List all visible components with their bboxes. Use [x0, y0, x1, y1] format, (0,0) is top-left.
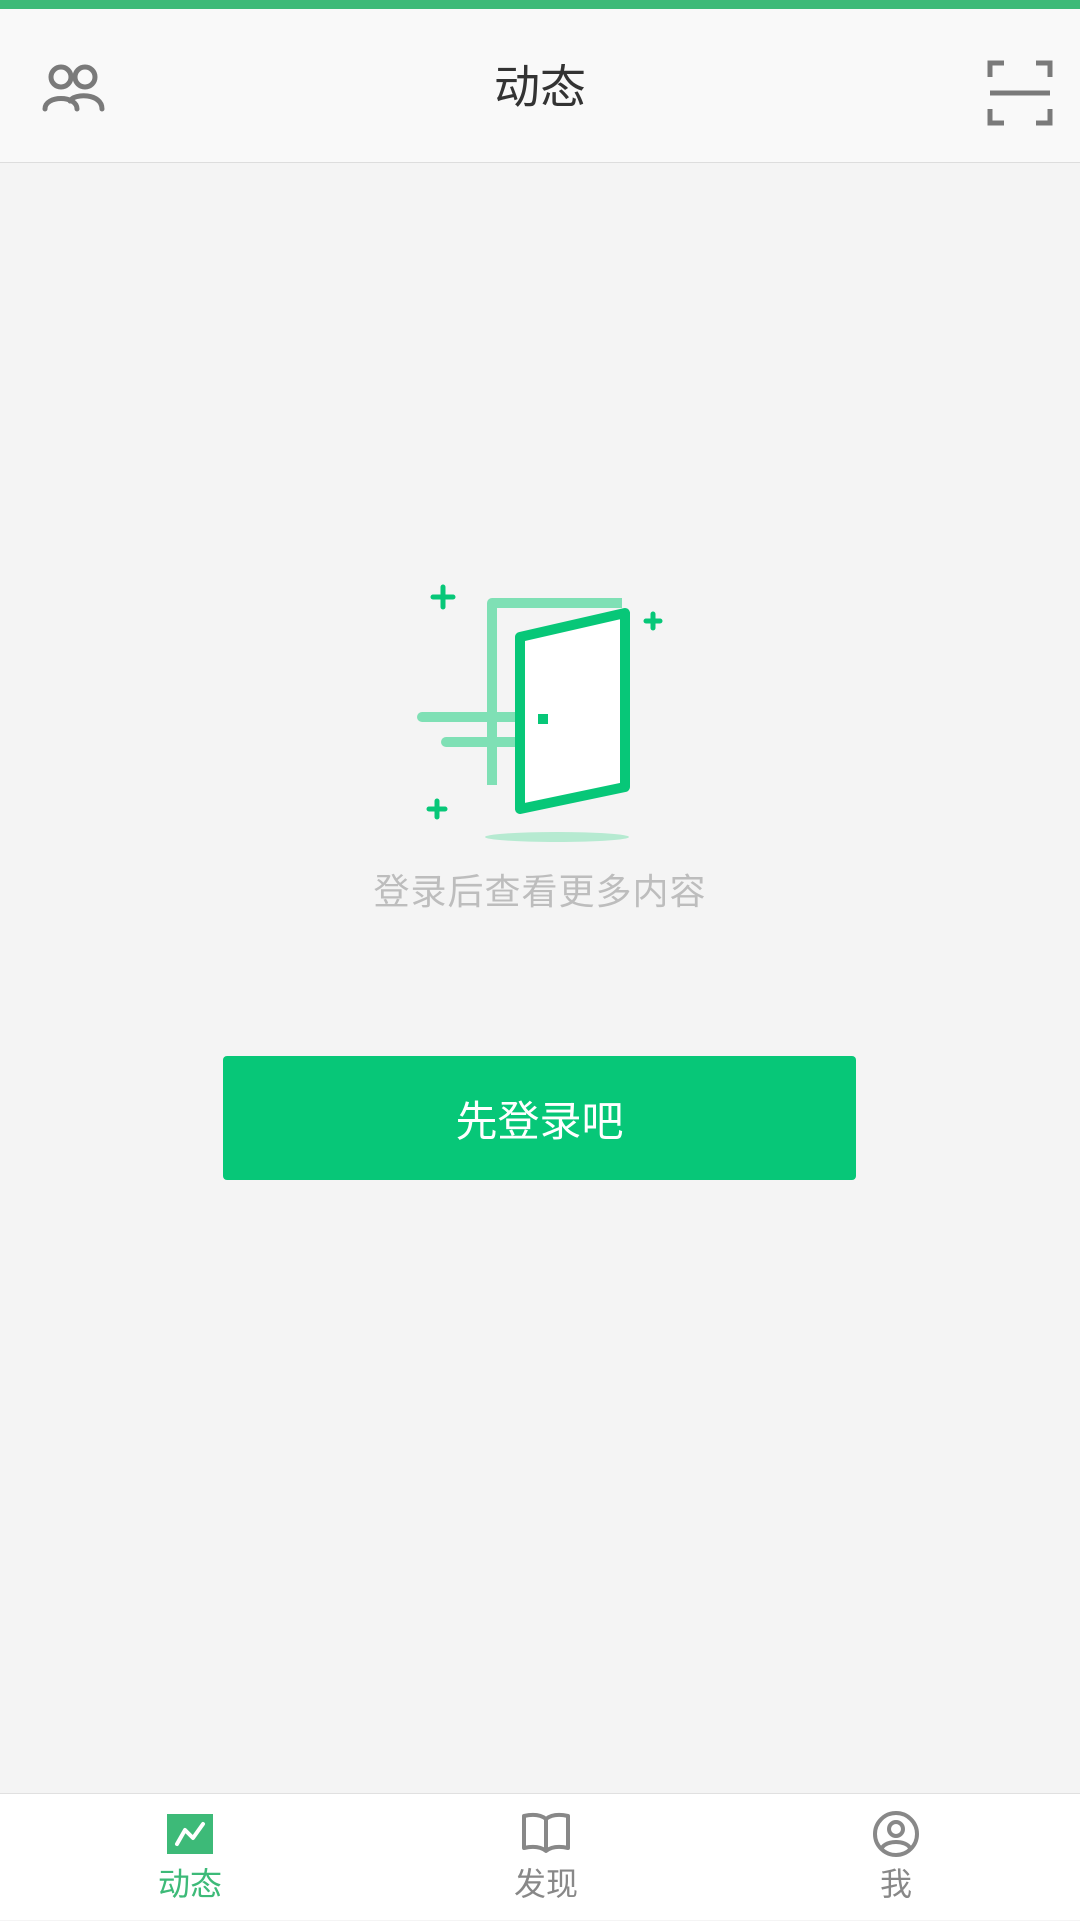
profile-icon [873, 1811, 919, 1857]
nav-label-feed: 动态 [157, 1865, 222, 1903]
page-title: 动态 [494, 60, 586, 114]
scan-button[interactable] [984, 57, 1056, 129]
top-bar: 动态 [0, 9, 1080, 163]
bottom-nav: 动态 发现 我 [0, 1793, 1080, 1920]
nav-label-discover: 发现 [513, 1865, 578, 1903]
book-icon [522, 1813, 570, 1853]
scan-icon [987, 60, 1053, 126]
nav-item-me[interactable]: 我 [766, 1794, 1026, 1921]
nav-item-discover[interactable]: 发现 [416, 1794, 676, 1921]
nav-item-feed[interactable]: 动态 [60, 1794, 320, 1921]
feed-icon [167, 1814, 213, 1854]
login-button[interactable]: 先登录吧 [223, 1056, 856, 1180]
nav-label-me: 我 [879, 1865, 912, 1903]
main-content: 登录后查看更多内容 先登录吧 [0, 163, 1080, 1793]
login-hint: 登录后查看更多内容 [373, 872, 707, 913]
door-illustration-icon [417, 584, 663, 842]
status-strip [0, 0, 1080, 9]
